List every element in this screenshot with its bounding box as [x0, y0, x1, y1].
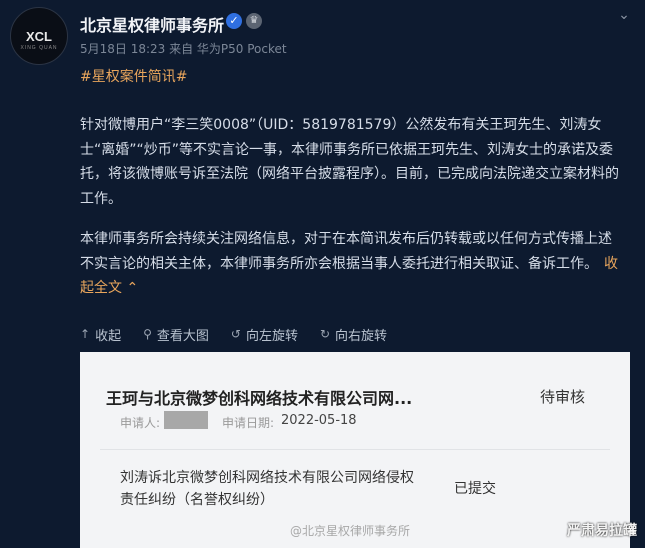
attached-image[interactable]: 王珂与北京微梦创科网络技术有限公司网... 待审核 申请人: 申请日期: 202…: [80, 352, 630, 548]
search-icon: ⚲: [143, 327, 152, 341]
hashtag-link[interactable]: #星权案件简讯#: [80, 66, 187, 86]
post-paragraph-2-text: 本律师事务所会持续关注网络信息，对于在本简讯发布后仍转载或以任何方式传播上述不实…: [80, 231, 612, 272]
member-badge-icon: ♛: [246, 13, 262, 29]
post-paragraph-2: 本律师事务所会持续关注网络信息，对于在本简讯发布后仍转载或以任何方式传播上述不实…: [80, 227, 625, 301]
view-large-image-button[interactable]: ⚲ 查看大图: [143, 325, 209, 344]
applicant-redacted: [164, 411, 208, 429]
rotate-left-icon: ↺: [230, 327, 241, 341]
case-1-status: 待审核: [540, 388, 586, 406]
image-watermark: @北京星权律师事务所: [290, 524, 411, 538]
case-1-title: 王珂与北京微梦创科网络技术有限公司网...: [106, 389, 413, 408]
rotate-right-label: 向右旋转: [335, 328, 388, 344]
rotate-left-label: 向左旋转: [245, 328, 298, 344]
case-2-status: 已提交: [454, 481, 496, 497]
divider: [100, 449, 610, 450]
more-options-icon[interactable]: ⌄: [615, 6, 633, 24]
corner-watermark: 严肃易拉罐: [567, 523, 637, 539]
rotate-left-button[interactable]: ↺ 向左旋转: [231, 325, 298, 344]
post-meta: 5月18日 18:23 来自 华为P50 Pocket: [80, 42, 287, 56]
view-large-image-label: 查看大图: [156, 328, 209, 344]
applicant-label: 申请人:: [120, 416, 161, 430]
verified-icon: ✓: [226, 13, 242, 29]
apply-date-label: 申请日期:: [222, 416, 275, 430]
image-toolbar: ↑ 收起 ⚲ 查看大图 ↺ 向左旋转 ↻ 向右旋转: [70, 314, 645, 354]
collapse-image-label: 收起: [95, 328, 122, 344]
avatar[interactable]: XCL XING QUAN: [10, 7, 68, 65]
apply-date-value: 2022-05-18: [281, 413, 357, 428]
chevron-up-icon: ⌃: [126, 280, 139, 296]
rotate-right-icon: ↻: [319, 327, 331, 341]
author-name[interactable]: 北京星权律师事务所: [80, 12, 224, 36]
post-header: XCL XING QUAN 北京星权律师事务所 ✓ ♛ 5月18日 18:23 …: [0, 0, 645, 65]
avatar-logo-text: XCL: [26, 28, 52, 44]
avatar-logo-subtext: XING QUAN: [20, 45, 58, 51]
rotate-right-button[interactable]: ↻ 向右旋转: [320, 325, 387, 344]
collapse-up-icon: ↑: [80, 327, 91, 341]
collapse-image-button[interactable]: ↑ 收起: [80, 325, 121, 344]
post-paragraph-1: 针对微博用户“李三笑0008”（UID：5819781579）公然发布有关王珂先…: [80, 117, 619, 207]
post-body: 针对微博用户“李三笑0008”（UID：5819781579）公然发布有关王珂先…: [80, 113, 625, 317]
case-2-title: 刘涛诉北京微梦创科网络技术有限公司网络侵权责任纠纷（名誉权纠纷）: [120, 470, 414, 508]
